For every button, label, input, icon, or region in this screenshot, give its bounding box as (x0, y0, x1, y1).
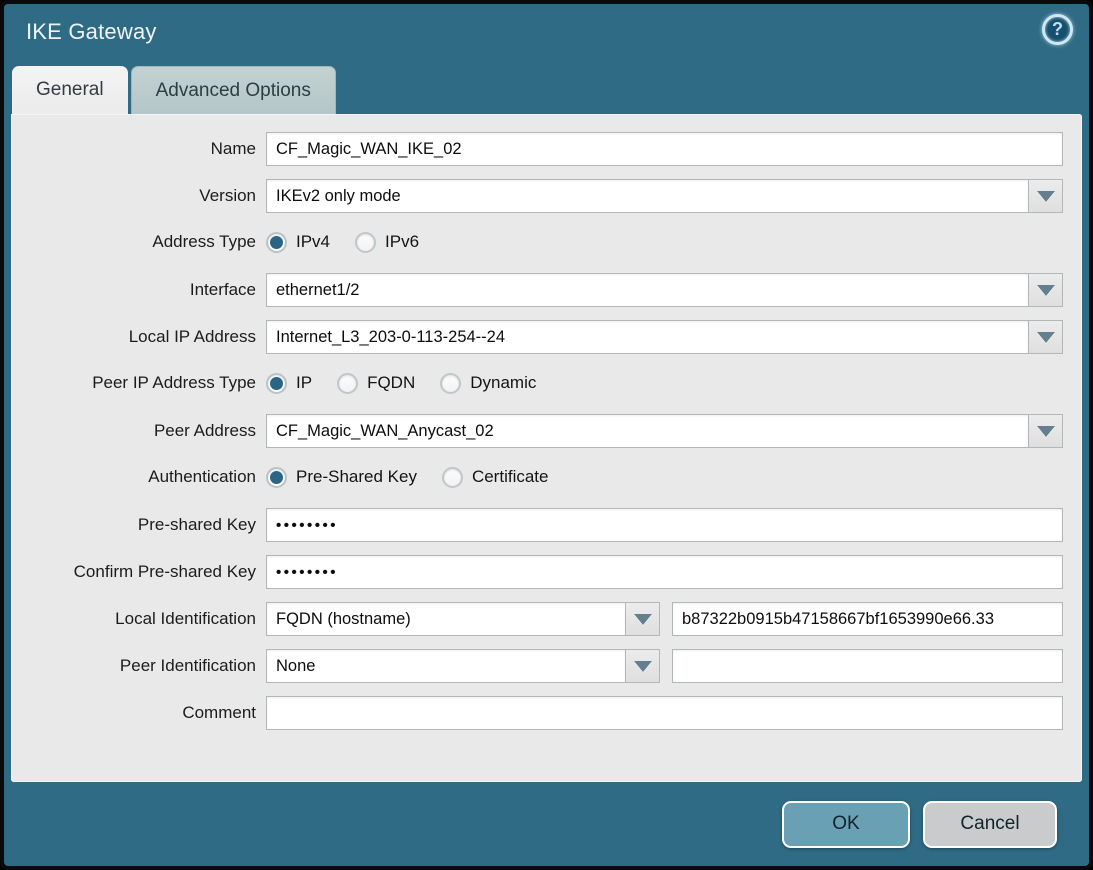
radio-unselected-icon (440, 373, 461, 394)
peer-address-input[interactable] (266, 414, 1029, 448)
peer-address-dropdown-button[interactable] (1029, 414, 1063, 448)
comment-input[interactable] (266, 696, 1063, 730)
peer-identification-type-input[interactable] (266, 649, 626, 683)
radio-selected-icon (266, 373, 287, 394)
name-input[interactable] (266, 132, 1063, 166)
ok-button[interactable]: OK (782, 801, 910, 848)
dialog-titlebar: IKE Gateway ? (4, 4, 1089, 66)
comment-row: Comment (11, 696, 1063, 730)
address-type-ipv6-radio[interactable]: IPv6 (355, 232, 419, 253)
confirm-pre-shared-key-row: Confirm Pre-shared Key (11, 555, 1063, 589)
address-type-radio-group: IPv4 IPv6 (266, 232, 1063, 253)
authentication-certificate-radio[interactable]: Certificate (442, 467, 549, 488)
pre-shared-key-input[interactable] (266, 508, 1063, 542)
peer-ip-address-type-row: Peer IP Address Type IP FQDN Dynamic (11, 367, 1063, 399)
name-label: Name (11, 139, 256, 159)
name-row: Name (11, 132, 1063, 166)
tab-advanced-options[interactable]: Advanced Options (131, 66, 336, 114)
version-dropdown-button[interactable] (1029, 179, 1063, 213)
peer-address-row: Peer Address (11, 414, 1063, 448)
tab-general[interactable]: General (12, 66, 128, 114)
peer-ip-type-fqdn-radio[interactable]: FQDN (337, 373, 415, 394)
authentication-pre-shared-key-radio[interactable]: Pre-Shared Key (266, 467, 417, 488)
local-ip-address-row: Local IP Address (11, 320, 1063, 354)
peer-identification-dropdown-button[interactable] (626, 649, 660, 683)
peer-ip-address-type-label: Peer IP Address Type (11, 373, 256, 393)
peer-ip-address-type-radio-group: IP FQDN Dynamic (266, 373, 1063, 394)
authentication-radio-group: Pre-Shared Key Certificate (266, 467, 1063, 488)
dropdown-arrow-icon (1037, 191, 1055, 202)
version-label: Version (11, 186, 256, 206)
local-identification-label: Local Identification (11, 609, 256, 629)
address-type-label: Address Type (11, 232, 256, 252)
authentication-row: Authentication Pre-Shared Key Certificat… (11, 461, 1063, 493)
interface-dropdown-button[interactable] (1029, 273, 1063, 307)
radio-selected-icon (266, 467, 287, 488)
address-type-row: Address Type IPv4 IPv6 (11, 226, 1063, 258)
general-tab-panel: Name Version Address Type IPv4 IPv6 (11, 114, 1082, 782)
peer-ip-type-dynamic-radio[interactable]: Dynamic (440, 373, 536, 394)
dialog-footer: OK Cancel (4, 782, 1089, 866)
interface-row: Interface (11, 273, 1063, 307)
address-type-ipv4-radio[interactable]: IPv4 (266, 232, 330, 253)
version-row: Version (11, 179, 1063, 213)
tab-bar: General Advanced Options (4, 66, 1089, 114)
radio-selected-icon (266, 232, 287, 253)
dropdown-arrow-icon (1037, 332, 1055, 343)
cancel-button[interactable]: Cancel (923, 801, 1057, 848)
confirm-pre-shared-key-label: Confirm Pre-shared Key (11, 562, 256, 582)
dropdown-arrow-icon (1037, 426, 1055, 437)
peer-ip-type-ip-radio[interactable]: IP (266, 373, 312, 394)
local-identification-value-input[interactable] (672, 602, 1063, 636)
radio-unselected-icon (337, 373, 358, 394)
authentication-label: Authentication (11, 467, 256, 487)
ike-gateway-dialog: IKE Gateway ? General Advanced Options N… (0, 0, 1093, 870)
peer-address-label: Peer Address (11, 421, 256, 441)
radio-unselected-icon (442, 467, 463, 488)
version-input[interactable] (266, 179, 1029, 213)
local-identification-type-input[interactable] (266, 602, 626, 636)
dialog-title: IKE Gateway (26, 19, 157, 45)
pre-shared-key-label: Pre-shared Key (11, 515, 256, 535)
local-identification-row: Local Identification (11, 602, 1063, 636)
local-ip-address-label: Local IP Address (11, 327, 256, 347)
dropdown-arrow-icon (1037, 285, 1055, 296)
dropdown-arrow-icon (634, 661, 652, 672)
pre-shared-key-row: Pre-shared Key (11, 508, 1063, 542)
local-identification-dropdown-button[interactable] (626, 602, 660, 636)
interface-label: Interface (11, 280, 256, 300)
help-icon[interactable]: ? (1042, 14, 1073, 45)
confirm-pre-shared-key-input[interactable] (266, 555, 1063, 589)
local-ip-address-input[interactable] (266, 320, 1029, 354)
peer-identification-label: Peer Identification (11, 656, 256, 676)
comment-label: Comment (11, 703, 256, 723)
peer-identification-row: Peer Identification (11, 649, 1063, 683)
radio-unselected-icon (355, 232, 376, 253)
local-ip-address-dropdown-button[interactable] (1029, 320, 1063, 354)
peer-identification-value-input[interactable] (672, 649, 1063, 683)
dropdown-arrow-icon (634, 614, 652, 625)
interface-input[interactable] (266, 273, 1029, 307)
